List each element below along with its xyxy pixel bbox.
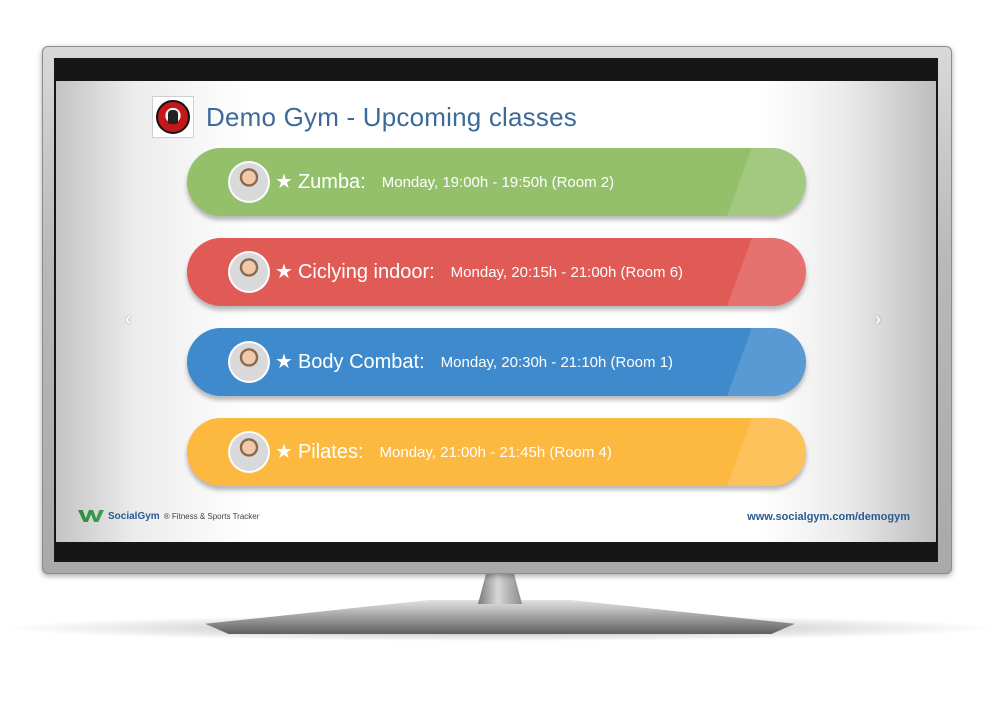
class-name: Pilates: [297, 440, 364, 463]
star-icon: ★ [275, 261, 293, 283]
gym-url-link[interactable]: www.socialgym.com/demogym [747, 511, 910, 523]
carousel-prev-arrow-icon[interactable]: ‹ [120, 309, 136, 329]
class-schedule: Monday, 20:30h - 21:10h (Room 1) [440, 353, 674, 371]
brand-tagline: ® Fitness & Sports Tracker [163, 511, 260, 521]
star-icon: ★ [275, 171, 293, 193]
socialgym-brand[interactable]: SocialGym ® Fitness & Sports Tracker [76, 508, 259, 524]
gym-mascot-logo-icon [156, 100, 190, 134]
page-title: Demo Gym - Upcoming classes [206, 101, 577, 132]
gym-logo [152, 96, 194, 138]
class-schedule: Monday, 20:15h - 21:00h (Room 6) [450, 263, 684, 281]
class-name: Zumba: [297, 170, 366, 193]
class-card-zumba[interactable]: ★ Zumba: Monday, 19:00h - 19:50h (Room 2… [187, 148, 806, 216]
tv-stand-neck [478, 574, 522, 604]
instructor-avatar [228, 161, 270, 203]
star-icon: ★ [275, 351, 293, 373]
class-schedule: Monday, 21:00h - 21:45h (Room 4) [379, 443, 612, 461]
tv-stand-base [205, 600, 795, 634]
class-name: Ciclying indoor: [297, 260, 435, 283]
page-header: Demo Gym - Upcoming classes [152, 95, 577, 139]
class-card-ciclying-indoor[interactable]: ★ Ciclying indoor: Monday, 20:15h - 21:0… [187, 238, 806, 306]
star-icon: ★ [275, 441, 293, 463]
socialgym-logo-icon [76, 508, 106, 524]
tv-screen: Demo Gym - Upcoming classes ‹ › ★ Zumba:… [56, 81, 936, 542]
class-card-pilates[interactable]: ★ Pilates: Monday, 21:00h - 21:45h (Room… [187, 418, 806, 486]
carousel-next-arrow-icon[interactable]: › [870, 309, 886, 329]
instructor-avatar [228, 431, 270, 473]
class-name: Body Combat: [297, 350, 425, 373]
brand-name: SocialGym [108, 510, 160, 522]
class-card-body-combat[interactable]: ★ Body Combat: Monday, 20:30h - 21:10h (… [187, 328, 806, 396]
instructor-avatar [228, 251, 270, 293]
class-schedule: Monday, 19:00h - 19:50h (Room 2) [381, 173, 615, 191]
instructor-avatar [228, 341, 270, 383]
